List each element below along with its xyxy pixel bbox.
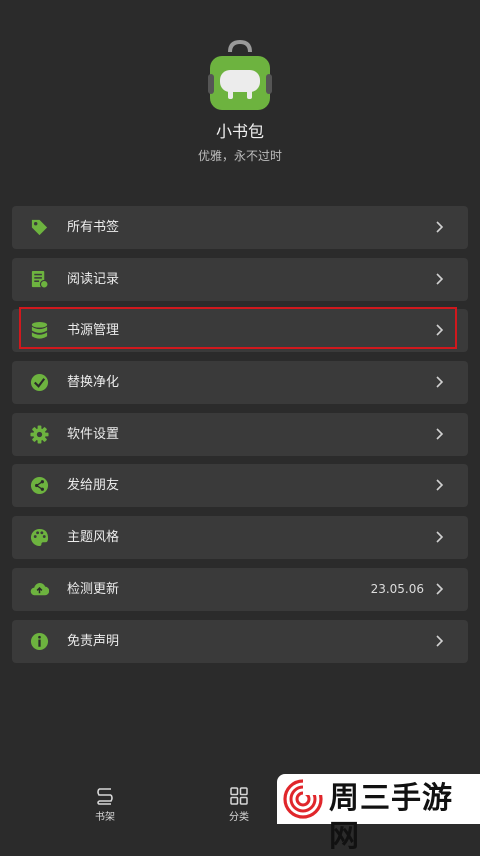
menu-label: 免责声明	[67, 633, 120, 649]
menu-item-reading-history[interactable]: 阅读记录	[12, 257, 468, 301]
menu-label: 所有书签	[67, 220, 120, 235]
grid-icon	[230, 787, 248, 805]
menu-item-theme[interactable]: 主题风格	[12, 516, 468, 560]
clean-check-icon	[30, 373, 49, 392]
menu-label: 阅读记录	[67, 271, 120, 287]
chevron-right-icon	[436, 428, 444, 440]
chevron-right-icon	[436, 221, 444, 233]
backpack-logo-icon	[208, 40, 272, 110]
chevron-right-icon	[436, 479, 444, 492]
menu-item-settings[interactable]: 软件设置	[12, 412, 468, 456]
menu-label: 主题风格	[67, 530, 120, 546]
menu-label: 书源管理	[67, 323, 120, 339]
menu-item-disclaimer[interactable]: 免责声明	[12, 619, 468, 663]
watermark: 周三手游网	[277, 774, 480, 854]
tag-icon	[30, 218, 49, 237]
chevron-right-icon	[436, 634, 444, 647]
menu-label: 替换净化	[67, 375, 120, 391]
menu-label: 软件设置	[67, 426, 120, 442]
menu-item-bookmarks[interactable]: 所有书签	[12, 206, 468, 249]
database-icon	[30, 321, 49, 340]
nav-tab-categories[interactable]: 分类	[209, 786, 269, 823]
bookshelf-icon	[97, 788, 113, 805]
nav-tab-bookshelf[interactable]: 书架	[75, 786, 135, 823]
menu-label: 检测更新	[67, 581, 120, 597]
cloud-upload-icon	[30, 580, 49, 599]
nav-label: 书架	[95, 812, 115, 823]
version-value: 23.05.06	[370, 581, 424, 596]
nav-label: 分类	[229, 812, 249, 823]
menu-item-check-update[interactable]: 检测更新 23.05.06	[12, 567, 468, 611]
app-name: 小书包	[215, 122, 264, 141]
chevron-right-icon	[436, 273, 444, 285]
palette-icon	[30, 528, 49, 547]
share-icon	[30, 476, 49, 495]
chevron-right-icon	[436, 531, 444, 543]
watermark-spiral-logo-icon	[283, 779, 323, 819]
menu-item-replace-purify[interactable]: 替换净化	[12, 361, 468, 405]
chevron-right-icon	[436, 376, 444, 388]
menu-item-share[interactable]: 发给朋友	[12, 464, 468, 508]
watermark-text: 周三手游网	[329, 781, 453, 854]
settings-menu: 所有书签 阅读记录 书源管理 替换净化 软件设置 发给朋友 主题风格 检测更新 …	[12, 206, 468, 671]
gear-icon	[30, 425, 49, 444]
app-slogan: 优雅，永不过时	[197, 149, 282, 163]
menu-label: 发给朋友	[67, 478, 120, 494]
chevron-right-icon	[436, 324, 444, 336]
reading-history-icon	[30, 270, 49, 289]
profile-header: 小书包 优雅，永不过时	[0, 0, 480, 190]
menu-item-book-sources[interactable]: 书源管理	[12, 307, 468, 353]
chevron-right-icon	[436, 583, 444, 595]
info-icon	[30, 632, 49, 651]
